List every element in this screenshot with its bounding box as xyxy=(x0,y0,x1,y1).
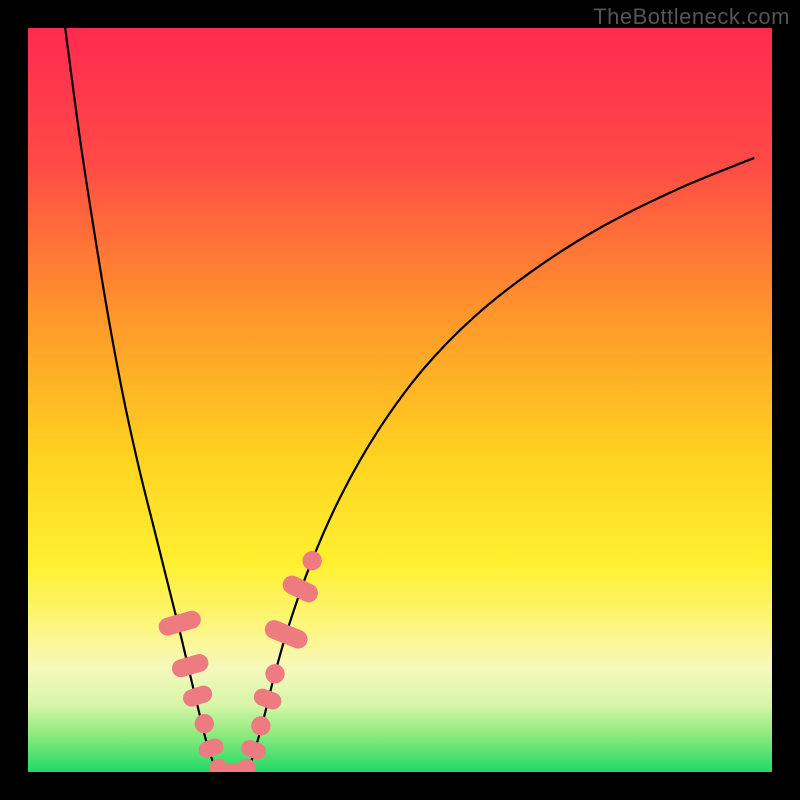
marker-pill-2 xyxy=(181,683,215,708)
plot-area xyxy=(28,28,772,772)
marker-pill-13 xyxy=(280,572,322,605)
marker-pill-1 xyxy=(170,652,211,679)
marker-dot-3 xyxy=(195,714,214,733)
marker-layer xyxy=(28,28,772,772)
marker-dot-7 xyxy=(238,759,256,772)
chart-frame: TheBottleneck.com xyxy=(0,0,800,800)
watermark-text: TheBottleneck.com xyxy=(593,4,790,30)
marker-pill-4 xyxy=(196,736,225,760)
marker-dot-11 xyxy=(265,664,284,683)
marker-pill-12 xyxy=(262,617,310,651)
marker-pill-0 xyxy=(157,609,203,638)
marker-pill-8 xyxy=(239,738,268,762)
marker-dot-9 xyxy=(251,716,270,735)
marker-dot-14 xyxy=(303,551,322,570)
marker-pill-10 xyxy=(251,686,283,712)
